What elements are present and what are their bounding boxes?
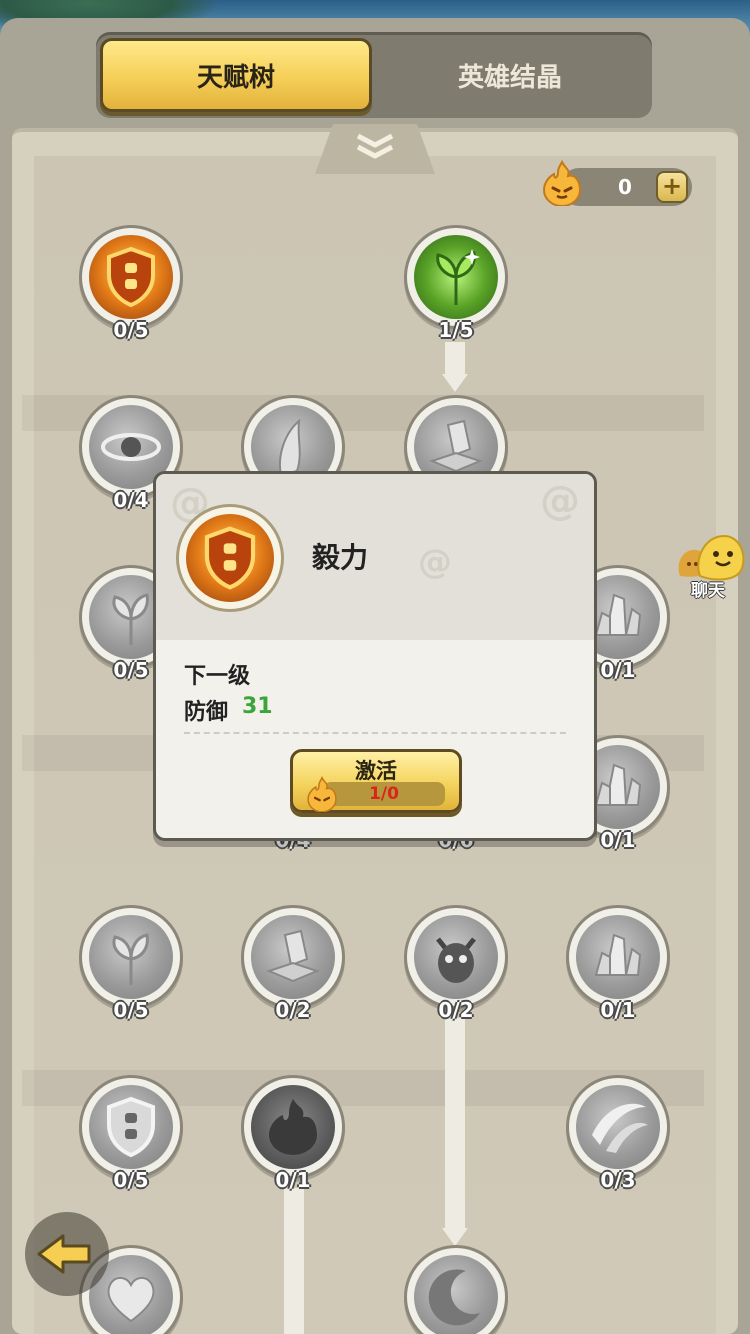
flame-spirit-icon (305, 776, 339, 813)
talent-node-crystal[interactable] (241, 905, 345, 1009)
talent-level: 0/2 (275, 998, 311, 1022)
talent-node-shield[interactable] (79, 1075, 183, 1179)
talent-node-leaf[interactable] (79, 905, 183, 1009)
chat-label[interactable]: 聊天 (678, 576, 738, 601)
talent-node-crystal-cluster[interactable] (566, 905, 670, 1009)
crystal-cluster-icon (594, 933, 642, 976)
talent-node-shield[interactable] (79, 225, 183, 329)
crystal-icon (266, 929, 320, 983)
talent-node-sprout[interactable] (404, 225, 508, 329)
next-level-label: 下一级 (184, 664, 251, 689)
connector-arrow (442, 1228, 468, 1246)
connector (284, 1188, 304, 1334)
tab-talent-tree[interactable]: 天赋树 (100, 38, 372, 112)
connector-arrow (442, 374, 468, 392)
back-arrow-icon (37, 1234, 91, 1274)
swirl-decoration: @ (540, 478, 580, 524)
leaf-icon (112, 933, 149, 985)
swirl-decoration: @ (418, 542, 452, 582)
stat-label: 防御 (184, 700, 229, 725)
activate-button[interactable]: 激活 1/0 (290, 749, 462, 813)
connector (445, 1018, 465, 1230)
talent-node-demon[interactable] (404, 905, 508, 1009)
flame-spirit-icon (269, 1099, 317, 1155)
back-button[interactable] (25, 1212, 109, 1296)
slash-icon (592, 1103, 648, 1153)
currency-value: 0 (618, 175, 632, 199)
talent-node-flame-spirit[interactable] (241, 1075, 345, 1179)
talent-level: 0/3 (600, 1168, 636, 1192)
talent-node-slash[interactable] (566, 1075, 670, 1179)
sprout-icon (436, 249, 480, 305)
plus-icon[interactable]: + (656, 171, 688, 203)
talent-level: 0/2 (438, 998, 474, 1022)
shield-icon (107, 246, 155, 308)
moon-icon (428, 1269, 480, 1326)
demon-icon (436, 937, 476, 983)
flame-spirit-icon (540, 159, 584, 207)
chevron-down-icon[interactable] (350, 132, 400, 162)
talent-level: 1/5 (438, 318, 474, 342)
talent-level: 0/1 (275, 1168, 311, 1192)
popup-talent-icon (176, 504, 284, 612)
talent-level: 0/5 (113, 1168, 149, 1192)
shield-icon (204, 526, 256, 590)
tab-hero-crystal[interactable]: 英雄结晶 (374, 38, 646, 112)
tab-bar: 天赋树 英雄结晶 (96, 32, 652, 118)
talent-node-moon[interactable] (404, 1245, 508, 1334)
chat-bubble-icon[interactable] (676, 530, 748, 582)
connector (445, 342, 465, 376)
stat-value: 31 (242, 694, 273, 719)
popup-title: 毅力 (312, 541, 369, 574)
shield-icon (107, 1096, 155, 1158)
talent-level: 0/1 (600, 998, 636, 1022)
talent-level: 0/5 (113, 998, 149, 1022)
divider (184, 732, 566, 734)
talent-level: 0/5 (113, 318, 149, 342)
talent-detail-popup: @ @ @ 毅力 下一级 防御 31 激活 1/0 (153, 471, 597, 841)
cost-text: 1/0 (369, 784, 399, 804)
